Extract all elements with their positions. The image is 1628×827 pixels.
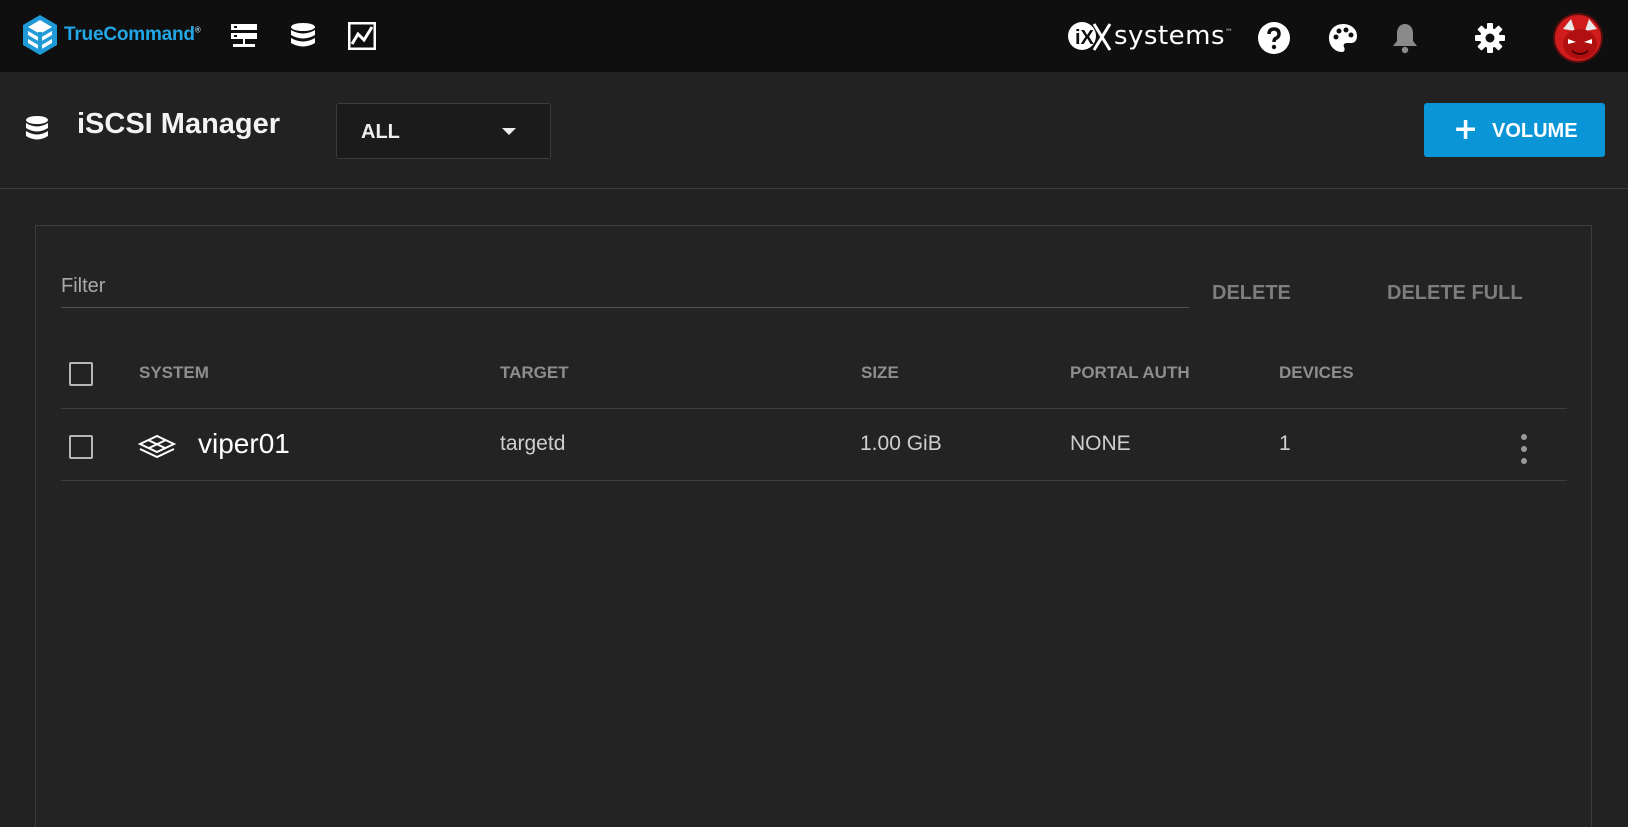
column-header-portal-auth[interactable]: PORTAL AUTH [1070,363,1190,383]
ixsystems-logo: iX systems™ [1066,17,1234,55]
settings-icon[interactable] [1472,20,1508,56]
filter-input[interactable] [61,266,1189,307]
avatar[interactable] [1553,13,1603,63]
devices-cell: 1 [1279,432,1291,455]
header-divider [61,408,1567,409]
brand-name: TrueCommand® [64,24,201,45]
top-bar: TrueCommand® iX systems™ [0,0,1628,72]
column-header-devices[interactable]: DEVICES [1279,363,1354,383]
page-header: iSCSI Manager ALL + VOLUME [0,72,1628,189]
row-menu-icon[interactable] [1516,434,1532,464]
column-header-size[interactable]: SIZE [861,363,899,383]
row-checkbox[interactable] [69,435,93,459]
chevron-down-icon [502,128,516,135]
size-cell: 1.00 GiB [860,432,942,455]
notifications-icon[interactable] [1387,20,1423,56]
partner-name: systems™ [1114,21,1234,51]
page-title: iSCSI Manager [77,108,281,140]
truecommand-logo-icon [23,15,57,55]
storage-icon[interactable] [287,20,319,52]
select-value: ALL [361,121,400,143]
plus-icon: + [1453,112,1479,147]
column-header-target[interactable]: TARGET [500,363,569,383]
add-volume-label: VOLUME [1492,120,1578,142]
row-divider [61,480,1567,481]
target-cell: targetd [500,432,566,455]
systems-icon[interactable] [228,20,260,52]
add-volume-button[interactable]: + VOLUME [1424,103,1605,157]
truecommand-logo[interactable]: TrueCommand® [22,14,201,56]
iscsi-storage-icon [25,115,49,147]
select-all-checkbox[interactable] [69,362,93,386]
column-header-system[interactable]: SYSTEM [139,363,209,383]
freenas-system-icon [137,434,177,466]
iscsi-table-card: DELETE DELETE FULL SYSTEM TARGET SIZE PO… [35,225,1592,827]
reports-icon[interactable] [346,20,378,52]
svg-text:iX: iX [1075,27,1095,49]
help-icon[interactable] [1256,20,1292,56]
system-filter-select[interactable]: ALL [336,103,551,159]
user-avatar-icon [1563,19,1597,59]
system-name[interactable]: viper01 [198,428,290,460]
ix-logo-mark: iX [1068,22,1112,51]
delete-full-button[interactable]: DELETE FULL [1387,282,1523,305]
palette-icon[interactable] [1325,20,1361,56]
filter-field[interactable] [61,266,1189,308]
delete-button[interactable]: DELETE [1212,282,1291,305]
portal-auth-cell: NONE [1070,432,1131,455]
